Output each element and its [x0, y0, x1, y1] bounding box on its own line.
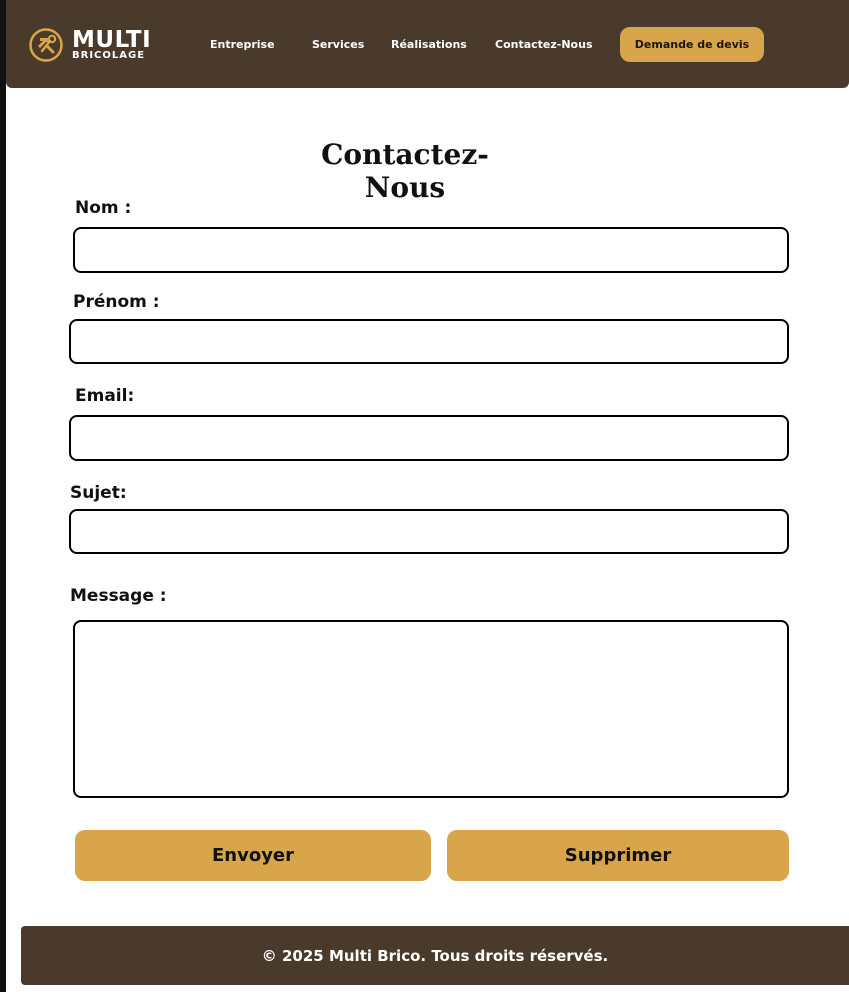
site-footer: © 2025 Multi Brico. Tous droits réservés… — [21, 926, 849, 985]
prenom-label: Prénom : — [73, 292, 160, 312]
submit-button[interactable]: Envoyer — [75, 830, 431, 881]
logo-subtitle: BRICOLAGE — [72, 50, 146, 61]
delete-button[interactable]: Supprimer — [447, 830, 789, 881]
email-input[interactable] — [69, 415, 789, 461]
message-textarea[interactable] — [73, 620, 789, 798]
quote-request-button[interactable]: Demande de devis — [620, 27, 764, 62]
prenom-input[interactable] — [69, 319, 789, 364]
nom-label: Nom : — [75, 198, 132, 218]
message-label: Message : — [70, 586, 167, 606]
nav-link-contactez-nous[interactable]: Contactez-Nous — [495, 38, 593, 51]
site-logo[interactable]: MULTI BRICOLAGE — [28, 27, 151, 63]
nav-link-entreprise[interactable]: Entreprise — [210, 38, 275, 51]
email-label: Email: — [75, 386, 135, 406]
sujet-label: Sujet: — [70, 483, 127, 503]
page-title: Contactez-Nous — [321, 138, 489, 204]
logo-title: MULTI — [72, 27, 152, 53]
nom-input[interactable] — [73, 227, 789, 273]
sujet-input[interactable] — [69, 509, 789, 554]
copyright-text: © 2025 Multi Brico. Tous droits réservés… — [261, 946, 609, 965]
nav-link-services[interactable]: Services — [312, 38, 364, 51]
hammer-wrench-icon — [29, 28, 63, 62]
nav-link-realisations[interactable]: Réalisations — [391, 38, 467, 51]
logo-wordmark: MULTI BRICOLAGE — [72, 29, 151, 61]
site-header: MULTI BRICOLAGE Entreprise Services Réal… — [6, 0, 849, 88]
